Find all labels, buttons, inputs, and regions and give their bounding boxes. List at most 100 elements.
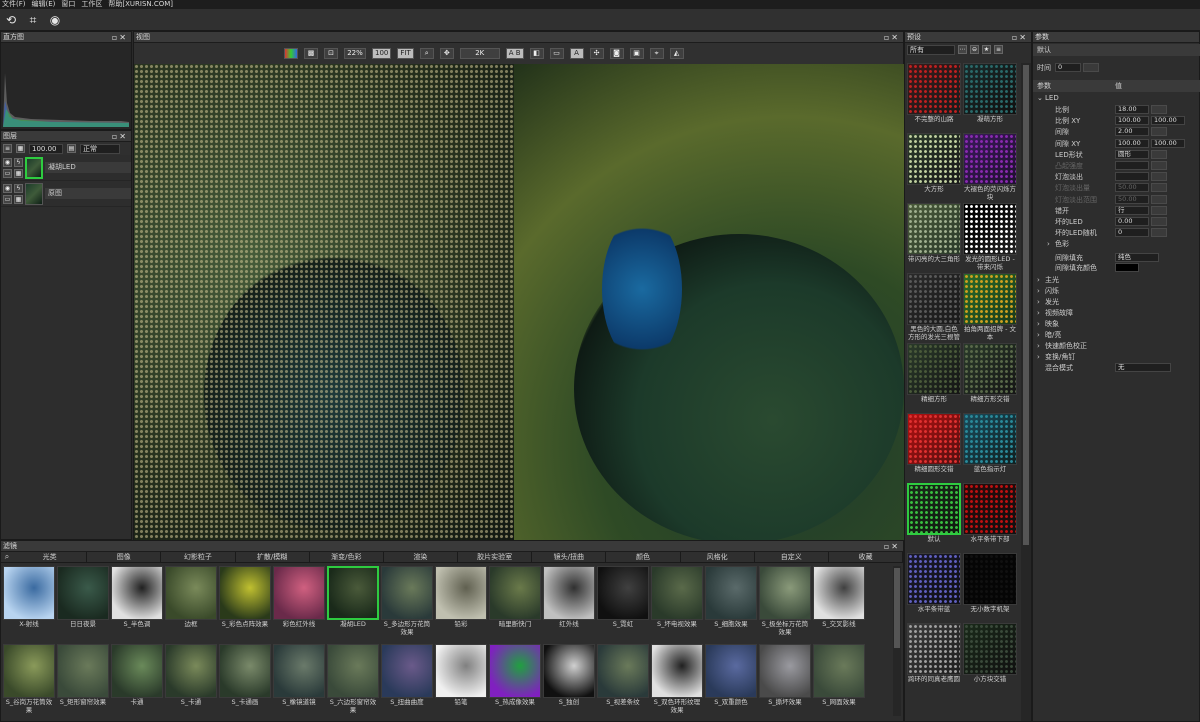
preset-thumbnail[interactable] xyxy=(963,273,1017,325)
search-icon[interactable]: ⌕ xyxy=(1,552,13,562)
menu-file[interactable]: 文件(F) xyxy=(2,0,26,9)
filter-thumbnail[interactable] xyxy=(3,566,55,620)
param-preset-row[interactable]: 默认 xyxy=(1033,44,1200,56)
param-stepper[interactable] xyxy=(1151,172,1167,182)
param-stepper[interactable] xyxy=(1151,183,1167,193)
param-value[interactable]: 0 xyxy=(1115,228,1149,238)
menu-workspace[interactable]: 工作区 xyxy=(81,0,102,9)
param-stepper[interactable] xyxy=(1151,127,1167,137)
blend-mode-dropdown[interactable]: 无 xyxy=(1115,363,1171,372)
param-stepper[interactable] xyxy=(1151,194,1167,204)
preset-item[interactable]: 默认 xyxy=(907,483,961,551)
sync-icon[interactable]: ✣ xyxy=(589,48,604,59)
filter-thumbnail[interactable] xyxy=(489,644,541,698)
preset-item[interactable]: 凝萌方形 xyxy=(963,63,1017,131)
filter-item[interactable]: S_橡镜道镜 xyxy=(273,644,325,718)
filter-thumbnail[interactable] xyxy=(435,566,487,620)
filter-thumbnail[interactable] xyxy=(759,566,811,620)
param-stepper[interactable] xyxy=(1151,149,1167,159)
preset-thumbnail[interactable] xyxy=(907,203,961,255)
preset-thumbnail[interactable] xyxy=(963,623,1017,675)
filter-thumbnail[interactable] xyxy=(705,566,757,620)
preset-item[interactable]: 精细方形交错 xyxy=(963,343,1017,411)
param-stepper[interactable] xyxy=(1151,205,1167,215)
preset-thumbnail[interactable] xyxy=(963,343,1017,395)
param-value[interactable]: 50.00 xyxy=(1115,194,1149,204)
layers-menu-icon[interactable]: ≡ xyxy=(3,144,12,153)
filter-item[interactable]: 暗里断快门 xyxy=(489,566,541,640)
filter-scrollbar[interactable] xyxy=(893,566,901,716)
filter-category-tab[interactable]: 风格化 xyxy=(681,552,755,562)
filter-category-tab[interactable]: 颜色 xyxy=(606,552,681,562)
filter-thumbnail[interactable] xyxy=(435,644,487,698)
preset-item[interactable]: 带闪亮的大三角形 xyxy=(907,203,961,271)
param-value[interactable] xyxy=(1115,161,1149,170)
rgb-channels-icon[interactable] xyxy=(284,48,298,59)
filter-item[interactable]: 彩色红外线 xyxy=(273,566,325,640)
filter-item[interactable]: S_谷岗万花筒效果 xyxy=(3,644,55,718)
filter-item[interactable]: S_扭曲曲度 xyxy=(381,644,433,718)
preset-thumbnail[interactable] xyxy=(963,483,1017,535)
filter-item[interactable]: 铅彩 xyxy=(435,566,487,640)
preset-thumbnail[interactable] xyxy=(907,553,961,605)
filter-thumbnail[interactable] xyxy=(705,644,757,698)
param-value[interactable]: 行 xyxy=(1115,205,1149,215)
filter-category-tab[interactable]: 渐变/色彩 xyxy=(310,552,384,562)
param-value[interactable]: 100.00 xyxy=(1115,138,1149,148)
preset-thumbnail[interactable] xyxy=(907,343,961,395)
menu-help[interactable]: 帮助[XURISN.COM] xyxy=(108,0,173,9)
layer-name[interactable]: 原图 xyxy=(45,188,131,199)
filter-item[interactable]: 卡通 xyxy=(111,644,163,718)
filter-thumbnail[interactable] xyxy=(219,566,271,620)
filter-thumbnail[interactable] xyxy=(111,644,163,698)
param-value[interactable] xyxy=(1115,172,1149,182)
filter-item[interactable]: S_坏电视效果 xyxy=(651,566,703,640)
param-stepper[interactable] xyxy=(1151,228,1167,238)
preset-item[interactable]: 小方块交错 xyxy=(963,623,1017,691)
chevron-down-icon[interactable]: ⌄ xyxy=(1037,92,1043,104)
resolution-select[interactable]: 2K xyxy=(459,48,500,59)
panel-controls-icon[interactable]: ▫✕ xyxy=(112,32,131,42)
param-stepper[interactable] xyxy=(1151,161,1167,170)
filter-thumbnail[interactable] xyxy=(3,644,55,698)
eye-icon[interactable]: ◉ xyxy=(3,157,12,167)
split-view-icon[interactable]: ◧ xyxy=(529,48,544,59)
preset-scrollbar[interactable] xyxy=(1021,63,1031,721)
filter-item[interactable]: S_视差条纹 xyxy=(597,644,649,718)
histogram-toggle-icon[interactable]: ◭ xyxy=(669,48,684,59)
filter-category-tab[interactable]: 扩散/模糊 xyxy=(236,552,310,562)
layer-thumbnail[interactable] xyxy=(25,156,43,179)
filter-thumbnail[interactable] xyxy=(57,566,109,620)
filter-thumbnail[interactable] xyxy=(327,566,379,620)
zoom-fit-button[interactable]: FIT xyxy=(397,48,414,59)
checker-icon[interactable]: ▩ xyxy=(304,48,318,59)
param-value[interactable]: 18.00 xyxy=(1115,105,1149,114)
filter-category-tab[interactable]: 自定义 xyxy=(755,552,829,562)
preset-item[interactable]: 蓝色指示灯 xyxy=(963,413,1017,481)
preset-thumbnail[interactable] xyxy=(907,273,961,325)
filter-item[interactable]: 边框 xyxy=(165,566,217,640)
grid-icon[interactable]: ▦ xyxy=(14,168,23,178)
filter-item[interactable]: S_卡通 xyxy=(165,644,217,718)
delete-icon[interactable]: ⊖ xyxy=(970,45,979,54)
preset-thumbnail[interactable] xyxy=(907,623,961,675)
param-value[interactable]: 2.00 xyxy=(1115,127,1149,137)
param-stepper[interactable] xyxy=(1151,217,1167,226)
camera-icon[interactable]: ◙ xyxy=(609,48,624,59)
filter-item[interactable]: X-射线 xyxy=(3,566,55,640)
list-icon[interactable]: ≡ xyxy=(994,45,1003,54)
panel-controls-icon[interactable]: ▫✕ xyxy=(884,541,903,551)
star-icon[interactable]: ★ xyxy=(982,45,991,54)
image-canvas[interactable] xyxy=(134,64,905,544)
filter-thumbnail[interactable] xyxy=(165,566,217,620)
filter-item[interactable]: S_极坐标万花筒效果 xyxy=(759,566,811,640)
filter-thumbnail[interactable] xyxy=(597,566,649,620)
filter-thumbnail[interactable] xyxy=(327,644,379,698)
filter-category-tab[interactable]: 收藏 xyxy=(829,552,904,562)
lock-icon[interactable]: ▤ xyxy=(67,144,76,153)
filter-thumbnail[interactable] xyxy=(813,566,865,620)
preset-thumbnail[interactable] xyxy=(907,413,961,465)
zoom-level[interactable]: 22% xyxy=(344,48,366,59)
filter-thumbnail[interactable] xyxy=(543,644,595,698)
filter-thumbnail[interactable] xyxy=(597,644,649,698)
